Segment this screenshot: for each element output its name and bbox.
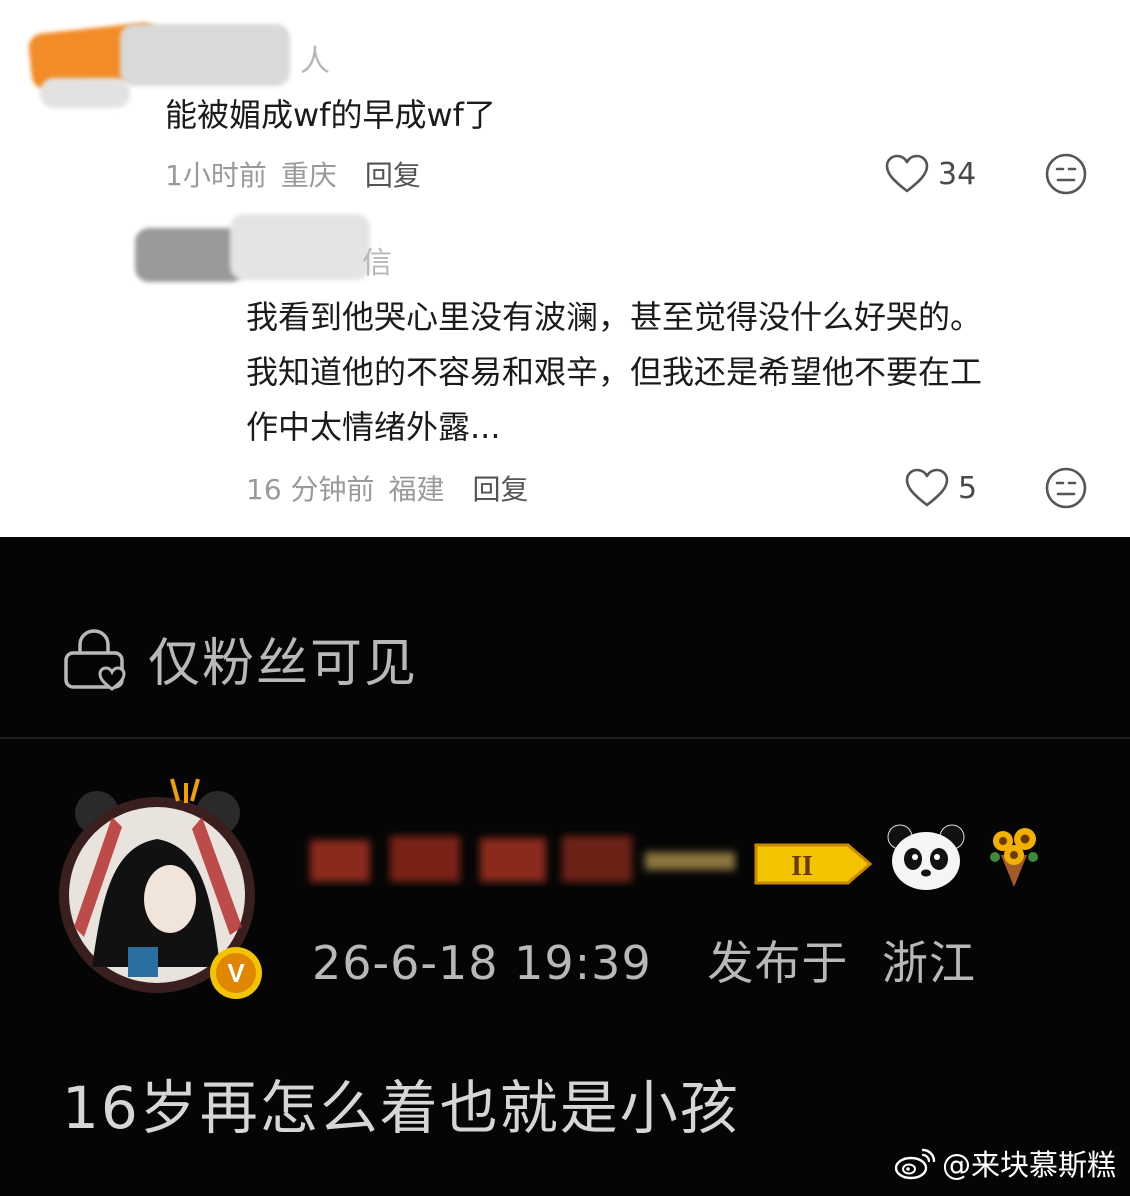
flower-bouquet-icon xyxy=(990,828,1038,887)
watermark: @来块慕斯糕 xyxy=(894,1142,1116,1184)
avatar[interactable]: V xyxy=(52,777,262,1007)
comment-section: 人 能被媚成wf的早成wf了 1小时前 重庆 回复 34 信 我看到他哭心里没有… xyxy=(0,0,1130,537)
post-timestamp: 26-6-18 19:39 发布于 浙江 xyxy=(312,927,976,993)
comment-1-username[interactable]: 人 xyxy=(300,36,330,80)
avatar-redaction-1 xyxy=(40,78,130,108)
comment-1-reply-button[interactable]: 回复 xyxy=(365,154,421,194)
comment-1-like-count: 34 xyxy=(938,156,977,192)
comment-2-line-3: 作中太情绪外露... xyxy=(246,408,501,446)
watermark-text: @来块慕斯糕 xyxy=(941,1148,1116,1182)
lock-heart-icon xyxy=(64,628,126,691)
heart-outline-icon xyxy=(885,154,929,193)
level-badge-text: II xyxy=(791,851,813,882)
divider xyxy=(0,737,1130,739)
comment-2-location: 福建 xyxy=(388,473,445,506)
post-text: 16岁再怎么着也就是小孩 xyxy=(62,1074,740,1142)
heart-outline-icon xyxy=(905,468,949,507)
post-panel: 仅粉丝可见 V II 26-6-18 19:39 发布于 浙江 16岁再怎么着也… xyxy=(0,537,1130,1196)
comment-2-line-1: 我看到他哭心里没有波澜，甚至觉得没什么好哭的。 xyxy=(246,298,983,336)
verified-badge: V xyxy=(227,958,245,988)
comment-2-meta: 16 分钟前 福建 回复 xyxy=(246,468,529,508)
neutral-face-icon[interactable] xyxy=(1044,152,1088,196)
comment-1-location: 重庆 xyxy=(280,159,337,192)
post-location-prefix: 发布于 xyxy=(707,936,849,990)
comment-2-time: 16 分钟前 xyxy=(246,473,375,506)
weibo-logo-icon xyxy=(894,1148,936,1180)
comment-2-line-2: 我知道他的不容易和艰辛，但我还是希望他不要在工 xyxy=(246,353,983,391)
comment-2-like-count: 5 xyxy=(958,470,978,506)
poster-name-redaction[interactable] xyxy=(300,822,740,892)
fans-only-label: 仅粉丝可见 xyxy=(148,634,419,694)
comment-1-meta: 1小时前 重庆 回复 xyxy=(165,154,421,194)
comment-2-username[interactable]: 信 xyxy=(362,238,392,282)
username-redaction-2 xyxy=(135,228,245,282)
panda-icon xyxy=(887,824,965,890)
comment-2-reply-button[interactable]: 回复 xyxy=(473,468,529,508)
neutral-face-icon[interactable] xyxy=(1044,466,1088,510)
comment-2-text: 我看到他哭心里没有波澜，甚至觉得没什么好哭的。 我知道他的不容易和艰辛，但我还是… xyxy=(246,290,982,455)
username-redaction-2b xyxy=(230,214,370,280)
comment-1-text: 能被媚成wf的早成wf了 xyxy=(165,96,496,134)
comment-1-like-button[interactable]: 34 xyxy=(884,154,976,194)
fans-only-indicator: 仅粉丝可见 xyxy=(60,621,418,696)
username-redaction-1b xyxy=(120,24,290,86)
level-badge: II xyxy=(754,843,873,885)
comment-2-like-button[interactable]: 5 xyxy=(904,468,977,508)
comment-1-time: 1小时前 xyxy=(165,159,267,192)
post-location: 浙江 xyxy=(881,936,976,990)
post-date: 26-6-18 19:39 xyxy=(312,936,652,990)
